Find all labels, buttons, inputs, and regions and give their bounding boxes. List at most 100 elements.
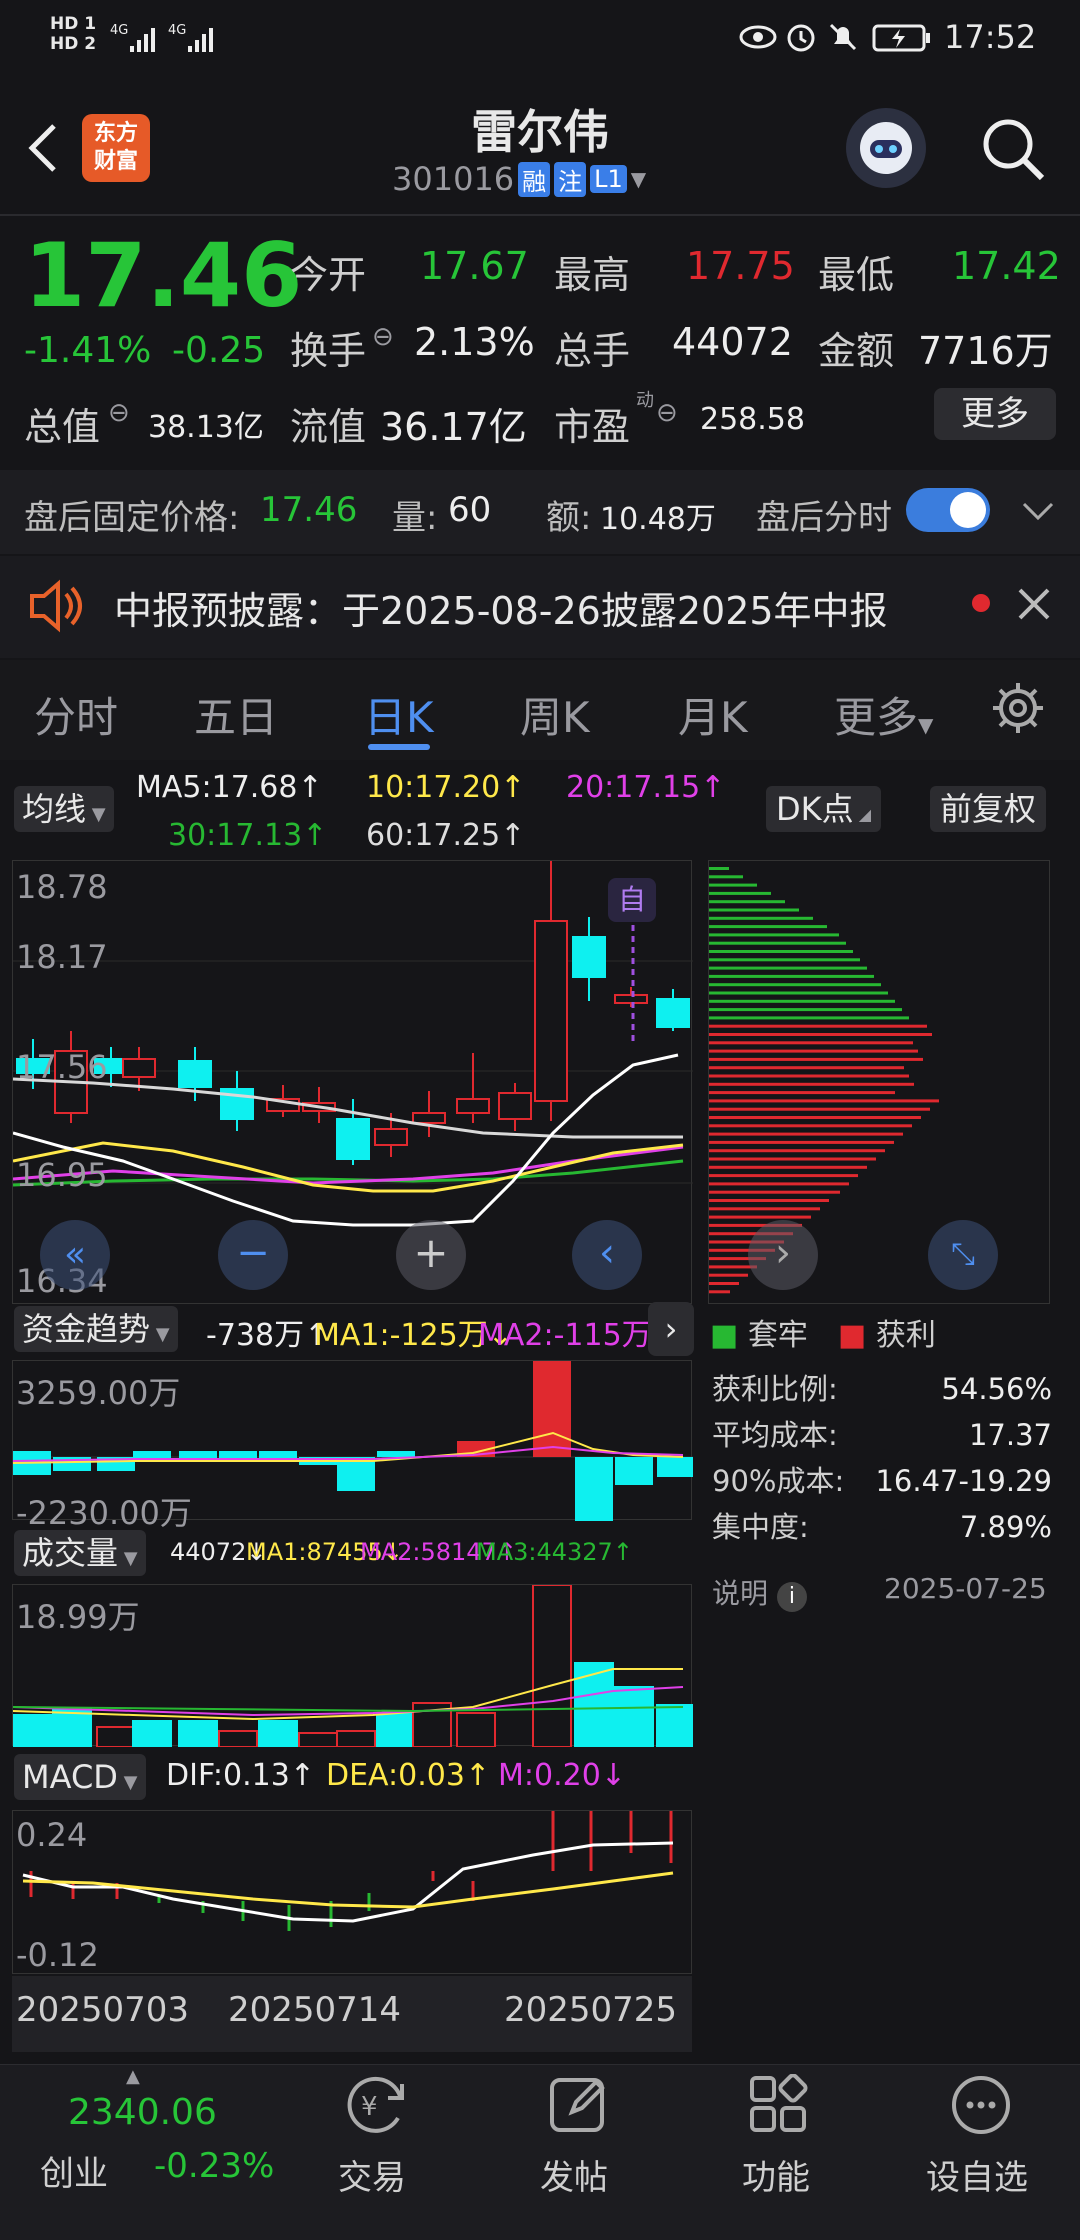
adjust-button[interactable]: 前复权 (930, 786, 1047, 832)
fund-trend-selector[interactable]: 资金趋势 ▼ (14, 1306, 178, 1352)
trapped-chip-bar (709, 966, 867, 970)
more-dots-icon[interactable] (950, 2074, 1012, 2140)
index-name[interactable]: 创业 (40, 2146, 108, 2195)
more-button[interactable]: 更多 (934, 388, 1056, 440)
float-label: 流值 (290, 405, 367, 449)
search-icon[interactable] (978, 114, 1048, 188)
tab-daily-k[interactable]: 日K (364, 684, 434, 745)
fund-bar (657, 1457, 695, 1477)
index-value[interactable]: 2340.06 (68, 2092, 217, 2133)
stat-value: 7.89% (959, 1510, 1052, 1544)
ma10-value: 10:17.20↑ (366, 770, 526, 805)
fund-bar (615, 1457, 653, 1485)
profit-chip-bar (709, 1199, 829, 1202)
mcap-value: 38.13亿 (148, 410, 264, 445)
profit-chip-bar (709, 1140, 894, 1144)
info-icon[interactable]: ⊖ (372, 322, 394, 352)
profit-chip-bar (709, 1174, 858, 1178)
index-change[interactable]: -0.23% (154, 2146, 274, 2186)
profit-chip-bar (709, 1282, 739, 1285)
fund-bottom-label: -2230.00万 (16, 1494, 192, 1532)
rewind-button[interactable]: « (40, 1220, 110, 1290)
volume-bar (574, 1662, 614, 1748)
fund-bar (575, 1457, 613, 1521)
nav-function[interactable]: 功能 (742, 2150, 810, 2199)
profit-chip-bar (709, 1207, 820, 1211)
dk-point-label: DK点 (776, 790, 854, 828)
stock-code-row[interactable]: 301016 融 注 L1 ▼ (392, 160, 646, 198)
tab-monthly-k[interactable]: 月K (678, 684, 748, 745)
ma-selector[interactable]: 均线 ▼ (14, 786, 114, 832)
trapped-chip-bar (709, 1008, 902, 1012)
function-grid-icon[interactable] (748, 2073, 810, 2140)
info-icon[interactable]: ⊖ (656, 398, 678, 428)
open-label: 今开 (290, 253, 367, 297)
notice-text[interactable]: 中报预披露：于2025-08-26披露2025年中报 (114, 580, 888, 635)
zoom-in-button[interactable]: + (396, 1220, 466, 1290)
mute-icon (826, 20, 860, 58)
svg-text:¥: ¥ (361, 2092, 378, 2122)
pe-value: 258.58 (700, 402, 805, 437)
trapped-chip-bar (709, 958, 860, 962)
settings-gear-icon[interactable] (990, 680, 1046, 740)
macd-dea: DEA:0.03↑ (326, 1758, 491, 1793)
chevron-down-icon: ▼ (630, 167, 647, 191)
trapped-chip-bar (709, 983, 881, 987)
stat-row: 获利比例: 54.56% (712, 1366, 1052, 1412)
tab-five-day[interactable]: 五日 (194, 684, 278, 745)
y-tick: 17.56 (16, 1048, 108, 1086)
low-value: 17.42 (952, 244, 1061, 288)
post-edit-icon[interactable] (548, 2074, 610, 2140)
chip-stats: 获利比例: 54.56% 平均成本: 17.37 90%成本: 16.47-19.29… (712, 1366, 1052, 1550)
stock-code: 301016 (392, 160, 515, 198)
candle-body (614, 994, 648, 1004)
nav-add-favorite[interactable]: 设自选 (926, 2150, 1028, 2199)
profit-chip-bar (709, 1033, 932, 1036)
macd-bottom-label: -0.12 (16, 1936, 99, 1974)
expand-icon[interactable]: ⤡ (928, 1220, 998, 1290)
dk-point-button[interactable]: DK点 ◢ (766, 786, 882, 832)
tab-more[interactable]: 更多▼ (834, 684, 933, 745)
volume-bar (132, 1720, 172, 1748)
date-tick: 20250703 (16, 1990, 190, 2030)
volume-bar (298, 1732, 338, 1748)
macd-top-label: 0.24 (16, 1816, 88, 1854)
battery-icon (872, 24, 932, 56)
stat-row: 90%成本: 16.47-19.29 (712, 1458, 1052, 1504)
macd-selector[interactable]: MACD ▼ (14, 1754, 146, 1800)
fund-top-label: 3259.00万 (16, 1374, 181, 1412)
fund-value: -738万↑ (206, 1318, 330, 1353)
robot-assistant-icon[interactable] (846, 108, 926, 188)
tab-intraday[interactable]: 分时 (34, 684, 118, 745)
svg-text:4G: 4G (110, 23, 128, 38)
stat-value: 16.47-19.29 (875, 1464, 1052, 1498)
trapped-chip-bar (709, 875, 743, 879)
profit-chip-bar (709, 1107, 930, 1111)
trade-icon[interactable]: ¥ (340, 2074, 410, 2140)
profit-chip-bar (709, 1273, 748, 1277)
signal-icon: 4G 4G (110, 20, 220, 60)
candle-body (456, 1098, 490, 1114)
self-select-marker[interactable]: 自 (608, 878, 656, 922)
turnover-label: 换手 (290, 329, 367, 373)
volume-bar (656, 1704, 696, 1748)
profit-chip-bar (709, 1290, 730, 1294)
nav-post[interactable]: 发帖 (540, 2150, 608, 2199)
stat-label: 集中度: (712, 1510, 809, 1544)
volume-selector[interactable]: 成交量 ▼ (14, 1530, 146, 1576)
chip-note[interactable]: 说明 i (712, 1572, 807, 1612)
trapped-chip-bar (709, 900, 785, 904)
zoom-out-button[interactable]: − (218, 1220, 288, 1290)
volume-bar (614, 1686, 654, 1748)
tab-weekly-k[interactable]: 周K (520, 684, 590, 745)
chevron-right-icon[interactable]: › (648, 1302, 694, 1356)
nav-trade[interactable]: 交易 (338, 2150, 406, 2199)
after-hours-toggle[interactable] (906, 488, 990, 532)
chevron-down-icon[interactable] (1018, 496, 1058, 530)
info-icon[interactable]: ⊖ (108, 398, 130, 428)
next-button[interactable]: › (748, 1220, 818, 1290)
prev-button[interactable]: ‹ (572, 1220, 642, 1290)
close-icon[interactable] (1014, 584, 1054, 628)
ma5-value: MA5:17.68↑ (136, 770, 323, 805)
level-tag: L1 (590, 165, 627, 193)
